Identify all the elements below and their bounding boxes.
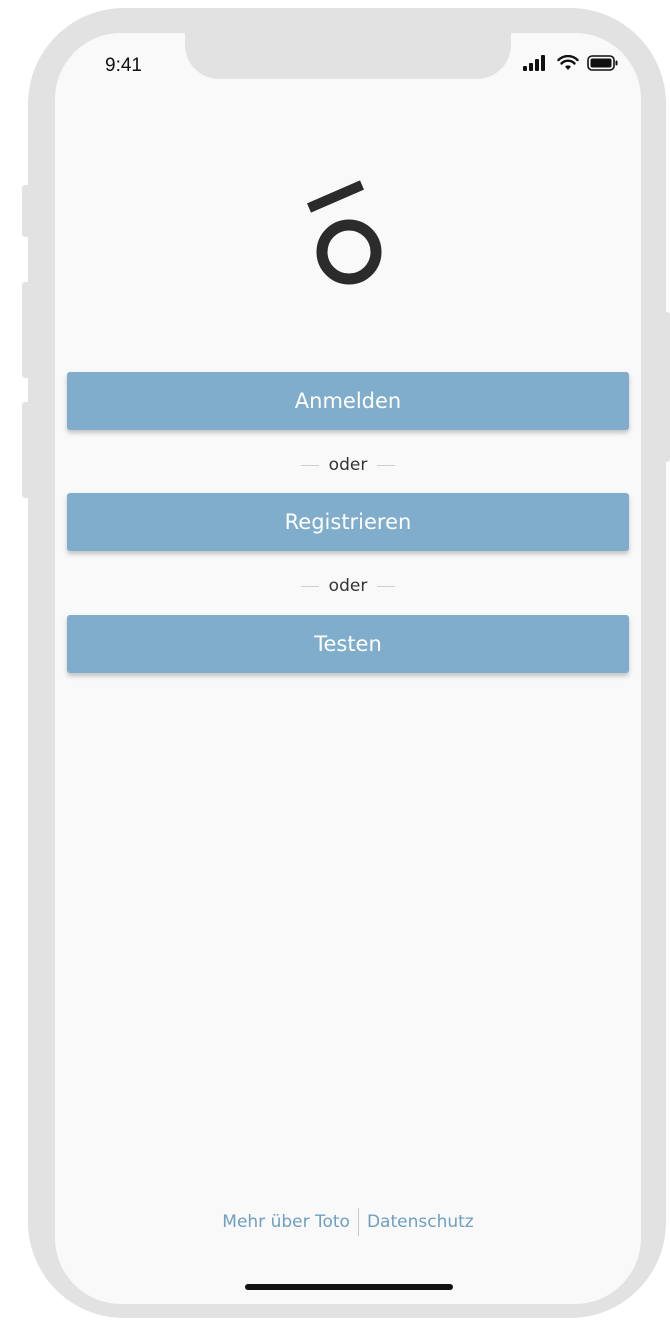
mute-switch <box>22 185 28 237</box>
signal-icon <box>523 55 545 71</box>
status-time: 9:41 <box>105 55 142 76</box>
login-button[interactable]: Anmelden <box>67 372 629 430</box>
wifi-icon <box>557 55 579 70</box>
register-button[interactable]: Registrieren <box>67 493 629 551</box>
notch <box>185 33 511 79</box>
toto-logo-icon <box>307 180 382 285</box>
battery-icon <box>587 55 618 71</box>
divider-line <box>377 585 396 587</box>
status-icons <box>523 55 619 71</box>
divider-line <box>300 464 319 466</box>
volume-up-button <box>22 282 28 378</box>
divider-label: oder <box>328 576 368 596</box>
divider-or-2: oder <box>55 571 641 601</box>
footer-separator <box>357 1208 359 1236</box>
test-button[interactable]: Testen <box>67 615 629 673</box>
privacy-link[interactable]: Datenschutz <box>367 1212 474 1232</box>
phone-screen: 9:41 Anmelden oder Registrieren oder Tes… <box>55 33 641 1304</box>
divider-line <box>377 464 396 466</box>
about-link[interactable]: Mehr über Toto <box>222 1212 350 1232</box>
divider-or-1: oder <box>55 450 641 480</box>
footer-links: Mehr über Toto Datenschutz <box>55 1208 641 1236</box>
divider-line <box>300 585 319 587</box>
home-indicator[interactable] <box>245 1284 453 1290</box>
volume-down-button <box>22 402 28 498</box>
power-button <box>664 312 670 462</box>
divider-label: oder <box>328 455 368 475</box>
